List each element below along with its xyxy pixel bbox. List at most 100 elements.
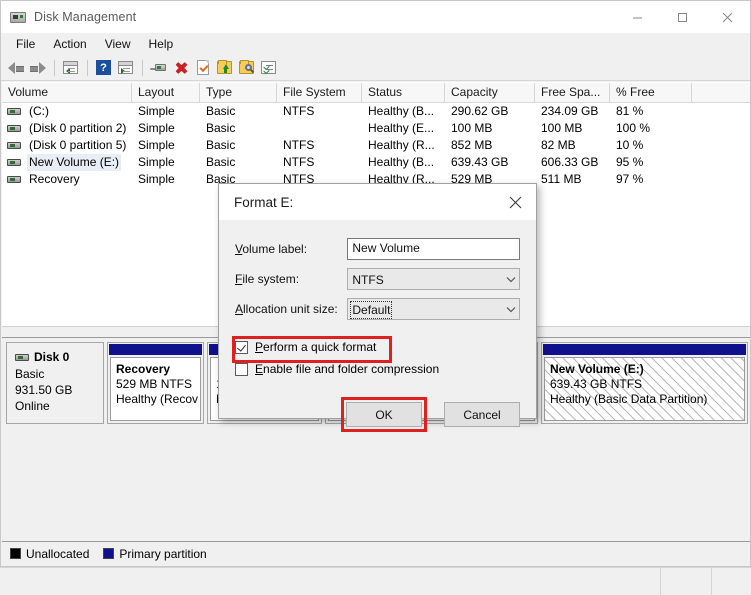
search-folder-icon[interactable]: [236, 57, 257, 78]
partition-size: 639.43 GB NTFS: [550, 377, 643, 391]
legend-label-primary-partition: Primary partition: [119, 546, 207, 561]
cell-volume: New Volume (E:): [2, 154, 132, 171]
cell-file-system: NTFS: [283, 155, 315, 169]
disk-type: Basic: [15, 367, 45, 381]
cell-layout: Simple: [138, 104, 175, 118]
partition-details: New Volume (E:) 639.43 GB NTFS Healthy (…: [544, 357, 745, 421]
table-row[interactable]: (Disk 0 partition 5) Simple Basic NTFS H…: [2, 137, 750, 154]
delete-icon[interactable]: [170, 57, 191, 78]
cell-free-space: 82 MB: [541, 138, 576, 152]
volume-name: Recovery: [29, 172, 80, 186]
disk-name: Disk 0: [34, 350, 70, 364]
disk-icon: [15, 353, 29, 361]
file-system-caption: File system:: [235, 272, 300, 286]
close-icon[interactable]: [705, 1, 750, 33]
window-controls: [615, 1, 750, 33]
allocation-unit-value: Default: [350, 301, 393, 319]
volume-icon: [7, 125, 21, 132]
menu-view[interactable]: View: [96, 34, 140, 54]
ok-button[interactable]: OK: [346, 402, 422, 427]
forward-icon[interactable]: [27, 57, 48, 78]
status-bar: [0, 567, 751, 595]
dialog-buttons: OK Cancel: [341, 397, 520, 432]
partition-new-volume-e[interactable]: New Volume (E:) 639.43 GB NTFS Healthy (…: [541, 342, 748, 424]
format-dialog: Format E: Volume label: New Volume File …: [218, 183, 537, 432]
legend-swatch-primary-partition: [103, 548, 115, 559]
cell-type: Basic: [206, 104, 236, 118]
status-segment-secondary: [661, 568, 712, 595]
disk-title: Disk 0: [15, 349, 97, 365]
column-header-percent-free[interactable]: % Free: [610, 83, 692, 102]
column-header-type[interactable]: Type: [200, 83, 277, 102]
volume-label-row: Volume label: New Volume: [235, 234, 520, 264]
volume-name: (Disk 0 partition 5): [29, 138, 127, 152]
toolbar-separator: [142, 59, 143, 76]
menu-action[interactable]: Action: [44, 34, 95, 54]
quick-format-label: Perform a quick format: [255, 340, 377, 354]
disk-info-panel[interactable]: Disk 0 Basic 931.50 GB Online: [6, 342, 104, 424]
back-icon[interactable]: [5, 57, 26, 78]
cell-status: Healthy (B...: [368, 104, 435, 118]
menu-file[interactable]: File: [7, 34, 44, 54]
legend-label-unallocated: Unallocated: [26, 546, 90, 561]
column-header-capacity[interactable]: Capacity: [445, 83, 535, 102]
column-header-status[interactable]: Status: [362, 83, 445, 102]
table-row[interactable]: New Volume (E:) Simple Basic NTFS Health…: [2, 154, 750, 171]
window-title: Disk Management: [34, 10, 137, 24]
enable-compression-checkbox[interactable]: [235, 362, 248, 376]
partition-color-bar: [543, 344, 746, 355]
enable-compression-row[interactable]: Enable file and folder compression: [235, 358, 520, 380]
table-row[interactable]: (C:) Simple Basic NTFS Healthy (B... 290…: [2, 103, 750, 120]
chevron-down-icon[interactable]: [502, 269, 519, 289]
disk-size: 931.50 GB: [15, 383, 73, 397]
column-header-layout[interactable]: Layout: [132, 83, 200, 102]
status-segment-main: [0, 568, 661, 595]
cell-capacity: 852 MB: [451, 138, 493, 152]
cell-file-system: NTFS: [283, 138, 315, 152]
help-icon[interactable]: ?: [93, 57, 114, 78]
dialog-title: Format E:: [234, 194, 294, 210]
volume-list-rows: (C:) Simple Basic NTFS Healthy (B... 290…: [2, 103, 750, 188]
cell-file-system: NTFS: [283, 104, 315, 118]
close-icon[interactable]: [494, 184, 536, 220]
column-header-file-system[interactable]: File System: [277, 83, 362, 102]
cell-layout: Simple: [138, 155, 175, 169]
file-system-select[interactable]: NTFS: [347, 268, 520, 290]
cell-volume: Recovery: [2, 171, 132, 188]
minimize-icon[interactable]: [615, 1, 660, 33]
detail-view-icon[interactable]: [258, 57, 279, 78]
show-hide-console-tree-icon[interactable]: [60, 57, 81, 78]
legend: Unallocated Primary partition: [2, 541, 750, 565]
cancel-button[interactable]: Cancel: [444, 402, 520, 427]
cell-capacity: 100 MB: [451, 121, 493, 135]
partition-recovery[interactable]: Recovery 529 MB NTFS Healthy (Recov: [107, 342, 204, 424]
quick-format-row[interactable]: Perform a quick format: [235, 336, 520, 358]
column-header-volume[interactable]: Volume: [2, 83, 132, 102]
column-header-free-space[interactable]: Free Spa...: [535, 83, 610, 102]
cell-volume: (C:): [2, 103, 132, 120]
volume-name: (Disk 0 partition 2): [29, 121, 127, 135]
show-hide-action-pane-icon[interactable]: [115, 57, 136, 78]
partition-status: Healthy (Basic Data Partition): [550, 392, 708, 406]
properties-icon[interactable]: [192, 57, 213, 78]
dialog-body: Volume label: New Volume File system: NT…: [219, 220, 536, 432]
maximize-icon[interactable]: [660, 1, 705, 33]
quick-format-checkbox[interactable]: [235, 340, 248, 354]
menu-help[interactable]: Help: [140, 34, 183, 54]
cell-status: Healthy (E...: [368, 121, 435, 135]
export-list-icon[interactable]: [214, 57, 235, 78]
allocation-unit-select[interactable]: Default: [347, 298, 520, 320]
title-bar: Disk Management: [1, 1, 750, 33]
column-header-filler[interactable]: [692, 83, 750, 102]
volume-label-input[interactable]: New Volume: [347, 238, 520, 260]
chevron-down-icon[interactable]: [502, 299, 519, 319]
partition-status: Healthy (Recov: [116, 392, 199, 406]
volume-list-header: Volume Layout Type File System Status Ca…: [2, 82, 750, 103]
volume-icon: [7, 142, 21, 149]
cell-capacity: 639.43 GB: [451, 155, 509, 169]
cell-free-space: 234.09 GB: [541, 104, 599, 118]
legend-item-primary-partition: Primary partition: [103, 546, 207, 561]
table-row[interactable]: (Disk 0 partition 2) Simple Basic Health…: [2, 120, 750, 137]
rescan-disks-icon[interactable]: [148, 57, 169, 78]
volume-name: (C:): [29, 104, 49, 118]
